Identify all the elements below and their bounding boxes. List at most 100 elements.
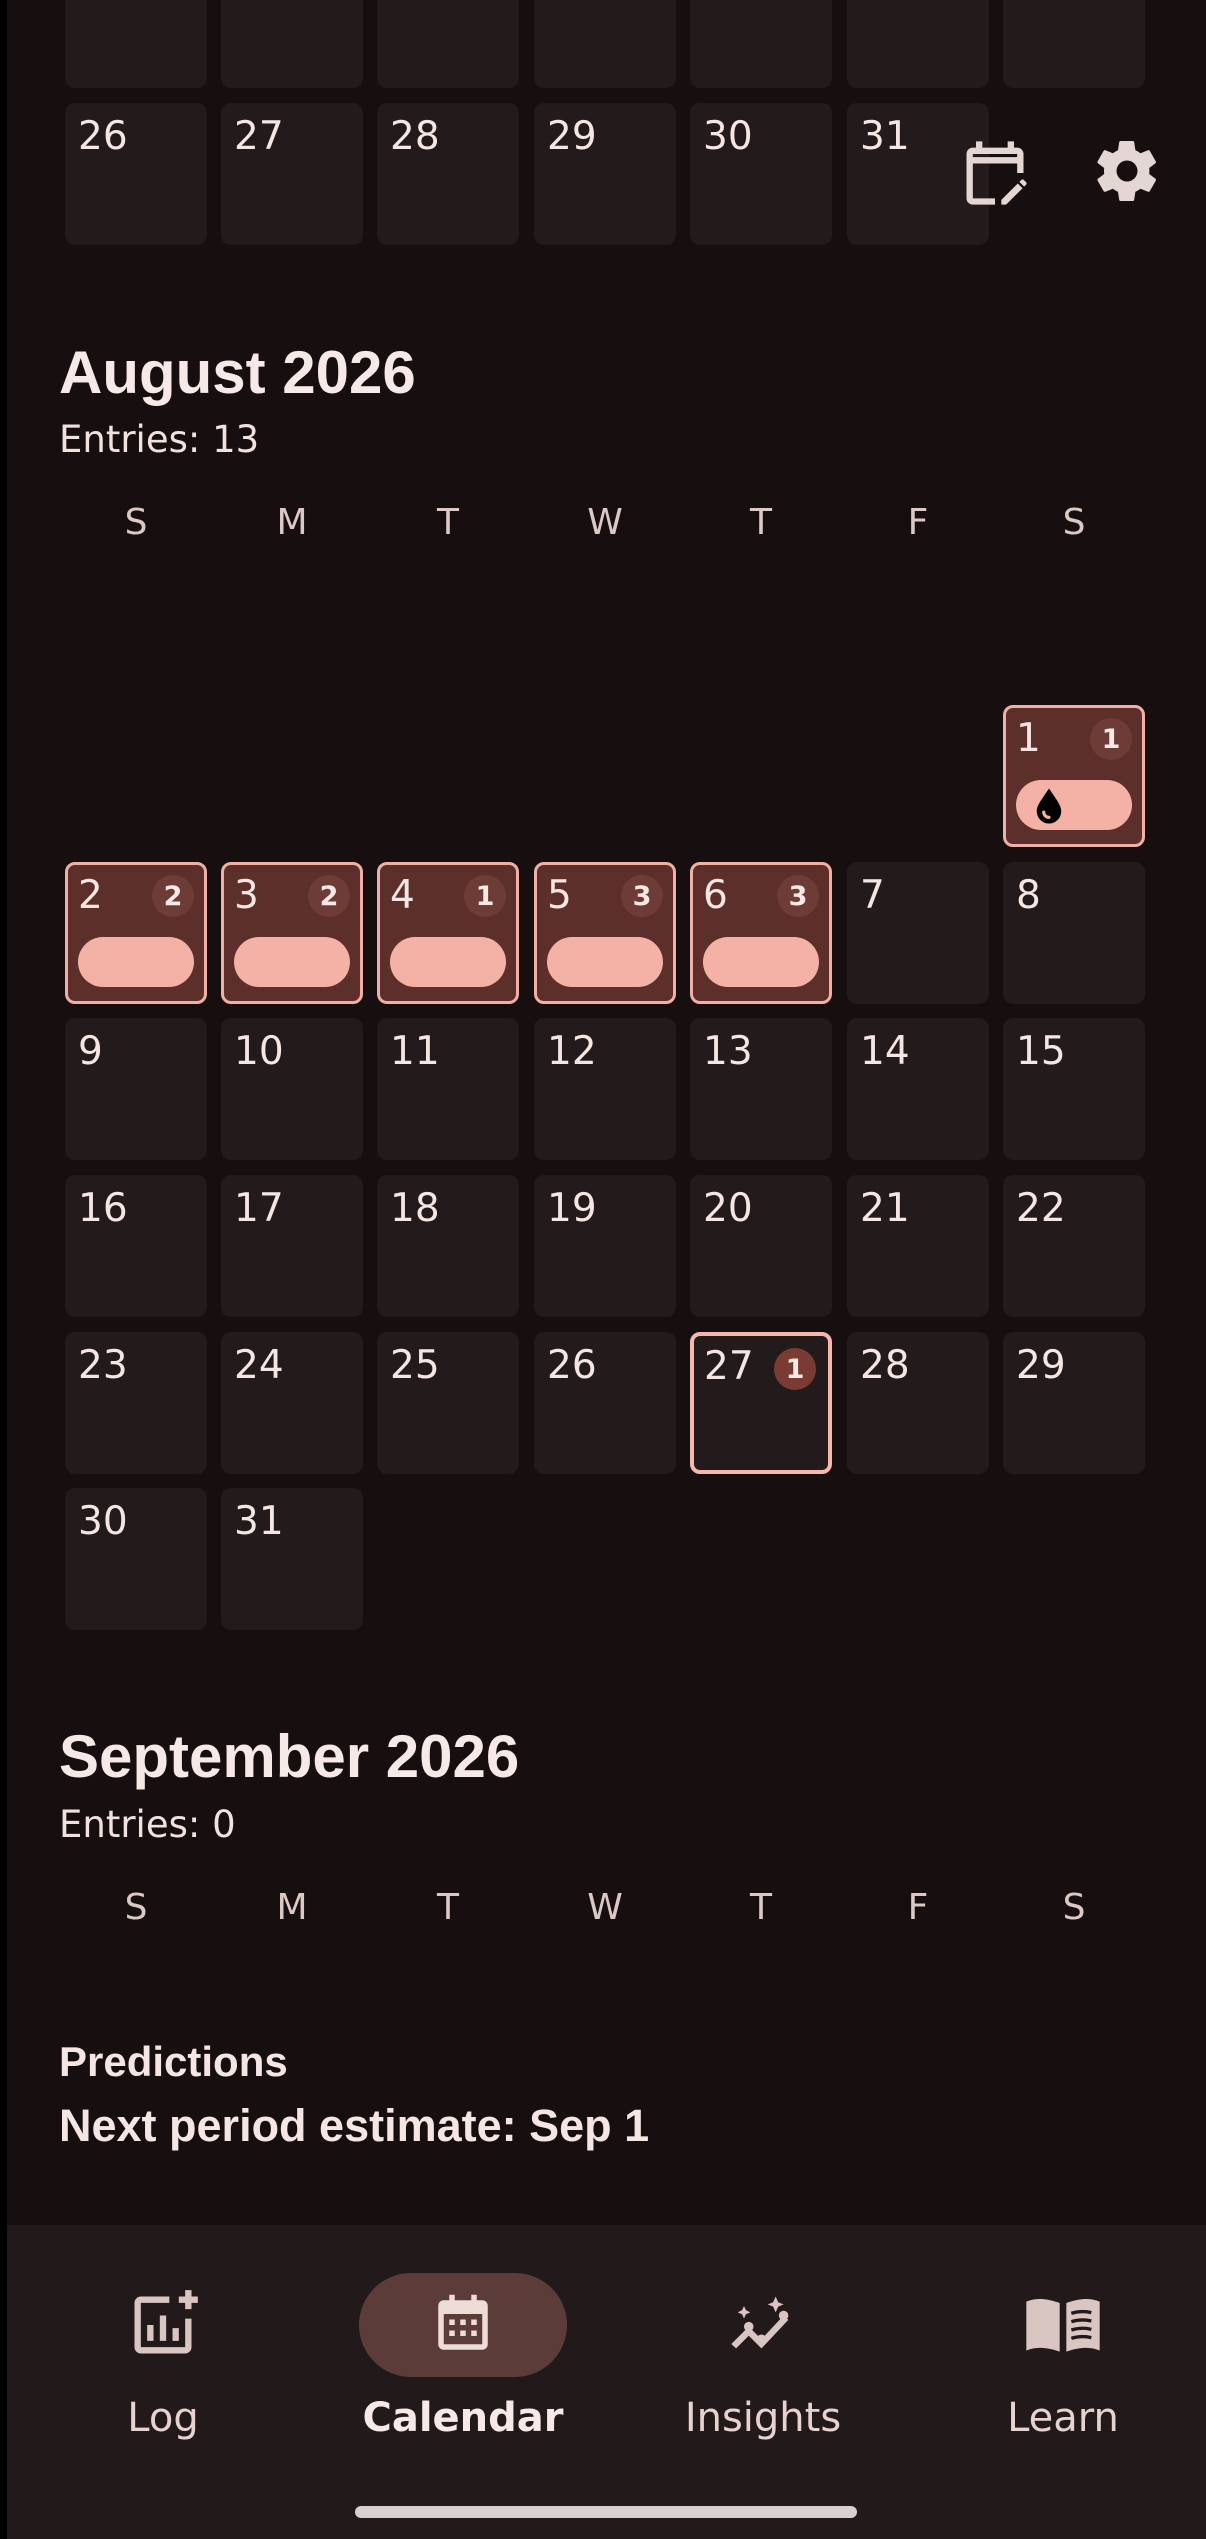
nav-tab-insights[interactable]: Insights bbox=[613, 2225, 913, 2475]
calendar-day-cell[interactable]: 6 3 bbox=[690, 862, 832, 1004]
calendar-day-cell[interactable]: 8 bbox=[1003, 862, 1145, 1004]
weekday-label: M bbox=[276, 502, 308, 543]
day-number: 10 bbox=[234, 1029, 284, 1074]
calendar-day-cell[interactable] bbox=[65, 0, 207, 88]
calendar-day-cell[interactable]: 22 bbox=[1003, 1175, 1145, 1317]
calendar-day-cell[interactable]: 30 bbox=[690, 103, 832, 245]
calendar-icon bbox=[359, 2273, 567, 2377]
entry-count-badge: 3 bbox=[777, 875, 819, 917]
nav-tab-learn[interactable]: Learn bbox=[913, 2225, 1206, 2475]
calendar-day-cell[interactable]: 19 bbox=[534, 1175, 676, 1317]
calendar-day-cell[interactable]: 2 2 bbox=[65, 862, 207, 1004]
entry-count-badge: 1 bbox=[464, 875, 506, 917]
book-icon bbox=[959, 2273, 1167, 2377]
weekday-label: M bbox=[276, 1887, 308, 1928]
flow-indicator bbox=[390, 937, 506, 987]
calendar-day-cell[interactable]: 14 bbox=[847, 1018, 989, 1160]
calendar-day-cell[interactable]: 5 3 bbox=[534, 862, 676, 1004]
calendar-day-cell[interactable]: 21 bbox=[847, 1175, 989, 1317]
calendar-day-cell[interactable]: 17 bbox=[221, 1175, 363, 1317]
weekday-label: W bbox=[587, 502, 623, 543]
entry-count-badge: 1 bbox=[774, 1348, 816, 1390]
next-period-estimate: Next period estimate: Sep 1 bbox=[59, 2100, 650, 2151]
weekday-label: F bbox=[907, 502, 929, 543]
day-number: 1 bbox=[1016, 716, 1041, 761]
bottom-navigation: Log Calendar Insights Learn bbox=[7, 2225, 1206, 2539]
calendar-day-cell[interactable]: 23 bbox=[65, 1332, 207, 1474]
chart-add-icon bbox=[59, 2273, 267, 2377]
calendar-day-cell[interactable]: 20 bbox=[690, 1175, 832, 1317]
entry-count-badge: 2 bbox=[152, 875, 194, 917]
calendar-day-cell[interactable]: 16 bbox=[65, 1175, 207, 1317]
day-number: 5 bbox=[547, 873, 572, 918]
calendar-day-cell[interactable] bbox=[690, 0, 832, 88]
calendar-day-cell[interactable]: 26 bbox=[65, 103, 207, 245]
day-number: 19 bbox=[547, 1186, 597, 1231]
nav-tab-log[interactable]: Log bbox=[13, 2225, 313, 2475]
weekday-label: T bbox=[437, 502, 459, 543]
calendar-day-cell[interactable]: 24 bbox=[221, 1332, 363, 1474]
nav-tab-calendar[interactable]: Calendar bbox=[313, 2225, 613, 2475]
nav-label: Calendar bbox=[362, 2395, 564, 2441]
day-number: 13 bbox=[703, 1029, 753, 1074]
calendar-day-cell[interactable]: 9 bbox=[65, 1018, 207, 1160]
day-number: 7 bbox=[860, 873, 885, 918]
calendar-day-cell[interactable] bbox=[221, 0, 363, 88]
entries-count: Entries: 0 bbox=[59, 1803, 236, 1846]
day-number: 17 bbox=[234, 1186, 284, 1231]
calendar-day-cell[interactable]: 18 bbox=[377, 1175, 519, 1317]
day-number: 23 bbox=[78, 1343, 128, 1388]
day-number: 28 bbox=[860, 1343, 910, 1388]
calendar-day-cell[interactable]: 28 bbox=[847, 1332, 989, 1474]
gear-icon[interactable] bbox=[1091, 135, 1163, 207]
day-number: 31 bbox=[234, 1499, 284, 1544]
calendar-day-cell[interactable]: 26 bbox=[534, 1332, 676, 1474]
calendar-day-cell[interactable]: 28 bbox=[377, 103, 519, 245]
calendar-day-cell[interactable] bbox=[534, 0, 676, 88]
calendar-day-cell[interactable]: 13 bbox=[690, 1018, 832, 1160]
calendar-day-cell[interactable]: 10 bbox=[221, 1018, 363, 1160]
flow-indicator bbox=[234, 937, 350, 987]
calendar-day-cell[interactable]: 30 bbox=[65, 1488, 207, 1630]
calendar-day-cell[interactable] bbox=[847, 0, 989, 88]
calendar-day-cell[interactable]: 29 bbox=[1003, 1332, 1145, 1474]
entry-count-badge: 1 bbox=[1090, 718, 1132, 760]
calendar-day-cell[interactable]: 27 bbox=[221, 103, 363, 245]
day-number: 18 bbox=[390, 1186, 440, 1231]
calendar-day-cell[interactable] bbox=[1003, 0, 1145, 88]
weekday-label: S bbox=[124, 1887, 148, 1928]
entries-count: Entries: 13 bbox=[59, 418, 260, 461]
calendar-day-cell[interactable]: 29 bbox=[534, 103, 676, 245]
nav-label: Log bbox=[127, 2395, 199, 2441]
calendar-day-cell[interactable]: 12 bbox=[534, 1018, 676, 1160]
home-indicator[interactable] bbox=[355, 2506, 857, 2518]
calendar-day-cell[interactable]: 7 bbox=[847, 862, 989, 1004]
weekday-label: W bbox=[587, 1887, 623, 1928]
day-number: 14 bbox=[860, 1029, 910, 1074]
flow-indicator bbox=[703, 937, 819, 987]
day-number: 27 bbox=[234, 114, 284, 159]
weekday-label: S bbox=[1062, 1887, 1086, 1928]
calendar-day-cell[interactable]: 25 bbox=[377, 1332, 519, 1474]
calendar-day-cell[interactable]: 31 bbox=[221, 1488, 363, 1630]
day-number: 30 bbox=[703, 114, 753, 159]
calendar-day-cell[interactable] bbox=[377, 0, 519, 88]
day-number: 26 bbox=[78, 114, 128, 159]
calendar-day-cell[interactable]: 4 1 bbox=[377, 862, 519, 1004]
day-number: 27 bbox=[704, 1344, 754, 1389]
calendar-day-cell[interactable]: 1 1 bbox=[1003, 705, 1145, 847]
day-number: 24 bbox=[234, 1343, 284, 1388]
day-number: 3 bbox=[234, 873, 259, 918]
calendar-day-cell[interactable]: 3 2 bbox=[221, 862, 363, 1004]
calendar-day-cell[interactable]: 15 bbox=[1003, 1018, 1145, 1160]
entry-count-badge: 2 bbox=[308, 875, 350, 917]
day-number: 4 bbox=[390, 873, 415, 918]
calendar-day-cell-today[interactable]: 27 1 bbox=[690, 1332, 832, 1474]
calendar-edit-icon[interactable] bbox=[957, 135, 1033, 211]
calendar-day-cell[interactable]: 11 bbox=[377, 1018, 519, 1160]
predictions-title: Predictions bbox=[59, 2038, 288, 2085]
entry-count-badge: 3 bbox=[621, 875, 663, 917]
drop-icon bbox=[1036, 788, 1062, 824]
insights-sparkle-icon bbox=[659, 2273, 867, 2377]
day-number: 25 bbox=[390, 1343, 440, 1388]
